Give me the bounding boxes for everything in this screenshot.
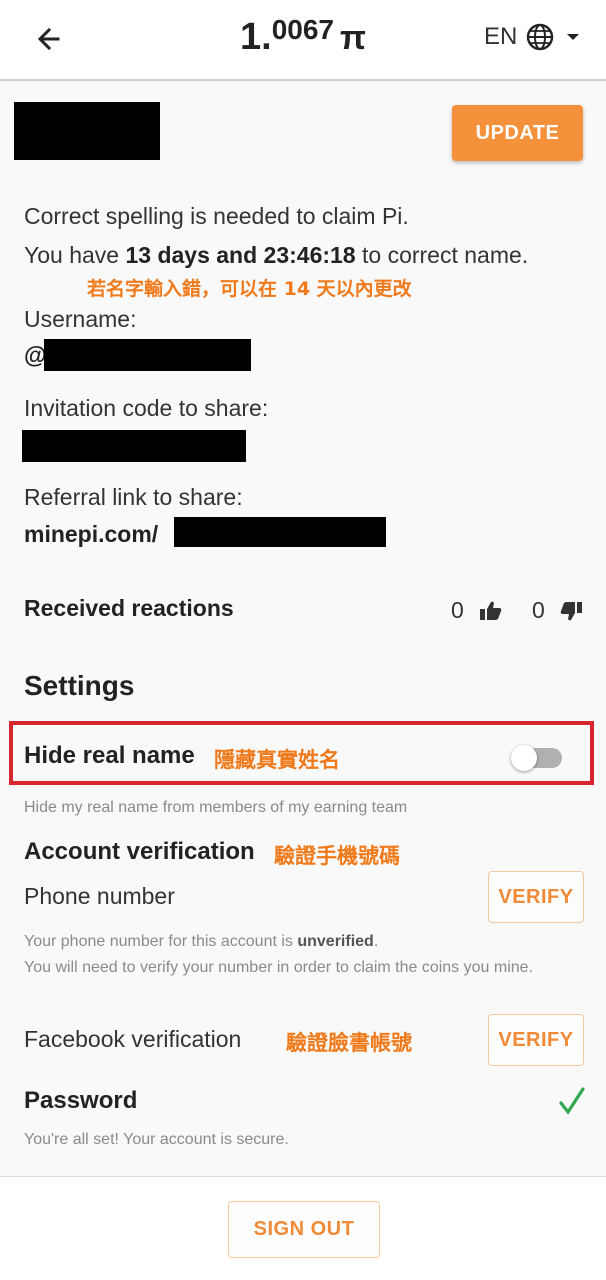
phone-number-label: Phone number — [24, 883, 175, 909]
likes-count: 0 — [451, 597, 464, 623]
annotation-facebook-verify: 驗證臉書帳號 — [286, 1031, 412, 1055]
phone-status: Your phone number for this account is un… — [24, 933, 533, 976]
referral-link-label: Referral link to share: — [24, 484, 243, 510]
verify-phone-button[interactable]: VERIFY — [488, 871, 584, 923]
thumbs-up-icon — [478, 598, 504, 629]
redacted-name — [14, 102, 160, 160]
pi-symbol: π — [339, 19, 367, 57]
account-verification-label: Account verification — [24, 838, 255, 865]
phone-verify-note: You will need to verify your number in o… — [24, 959, 533, 976]
thumbs-down-icon — [558, 598, 584, 629]
redacted-referral-link — [174, 517, 386, 547]
password-label: Password — [24, 1087, 138, 1114]
balance-integer: 1. — [239, 16, 272, 58]
language-selector[interactable]: EN — [484, 22, 585, 52]
redacted-username — [44, 339, 251, 371]
invite-code-label: Invitation code to share: — [24, 395, 269, 421]
hide-real-name-label: Hide real name — [24, 742, 195, 769]
annotation-name-change: 若名字輸入錯，可以在 14 天以內更改 — [87, 278, 412, 300]
annotation-phone-verify: 驗證手機號碼 — [274, 844, 400, 868]
dropdown-caret-icon — [567, 34, 580, 40]
update-button[interactable]: UPDATE — [452, 105, 583, 161]
language-label: EN — [484, 23, 518, 50]
password-status: You're all set! Your account is secure. — [24, 1131, 289, 1148]
checkmark-icon — [558, 1086, 586, 1121]
sign-out-button[interactable]: SIGN OUT — [228, 1201, 380, 1258]
referral-link-prefix[interactable]: minepi.com/ — [24, 521, 158, 548]
spelling-notice: Correct spelling is needed to claim Pi. — [24, 203, 409, 229]
verify-facebook-button[interactable]: VERIFY — [488, 1014, 584, 1066]
settings-title: Settings — [24, 670, 135, 701]
top-bar: 1.0067 π EN — [0, 0, 606, 81]
phone-status-value: unverified — [297, 933, 374, 950]
hide-real-name-description: Hide my real name from members of my ear… — [24, 799, 408, 816]
correction-deadline: You have 13 days and 23:46:18 to correct… — [24, 242, 529, 268]
correction-time: 13 days and 23:46:18 — [125, 242, 356, 268]
dislikes-count: 0 — [532, 597, 545, 623]
facebook-verification-label: Facebook verification — [24, 1026, 242, 1052]
hide-real-name-toggle-thumb[interactable] — [511, 745, 537, 771]
annotation-hide-name: 隱藏真實姓名 — [214, 748, 340, 772]
username-label: Username: — [24, 306, 137, 332]
redacted-invite-code — [22, 430, 246, 462]
globe-icon — [527, 23, 554, 51]
received-reactions-label: Received reactions — [24, 595, 234, 621]
balance-decimal: 0067 — [271, 14, 334, 45]
